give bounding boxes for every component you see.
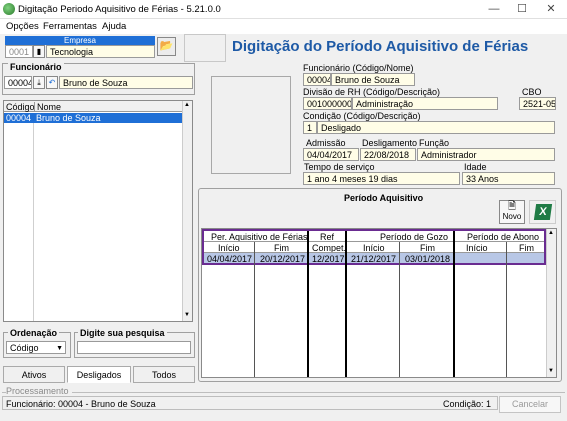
app-icon xyxy=(3,3,15,15)
scroll-up-icon[interactable]: ▲ xyxy=(184,102,190,108)
divisao-label: Divisão de RH (Código/Descrição) xyxy=(303,87,441,97)
cell-fim-gozo: 03/01/2018 xyxy=(405,254,451,264)
window-title: Digitação Periodo Aquisitivo de Férias -… xyxy=(18,4,221,15)
novo-button[interactable]: 🗎 Novo xyxy=(499,200,525,224)
funcao-field: Administrador xyxy=(417,148,555,161)
chevron-down-icon[interactable]: ▼ xyxy=(56,343,63,353)
processamento-line xyxy=(2,392,565,393)
scrollbar[interactable]: ▲ ▼ xyxy=(546,229,556,377)
table-row[interactable]: 00004 Bruno de Souza xyxy=(4,113,182,123)
condicao-desc-field: Desligado xyxy=(317,121,555,134)
funcionario-code-input[interactable]: 00004 xyxy=(4,76,32,89)
column-header-nome[interactable]: Nome xyxy=(34,102,61,112)
pesquisa-label: Digite sua pesquisa xyxy=(78,328,167,338)
column-divider xyxy=(506,242,507,377)
admissao-label: Admissão xyxy=(306,138,346,148)
status-condicao: Condição: 1 xyxy=(443,399,492,409)
employee-list-header: Código Nome xyxy=(4,101,182,112)
funcionario-name-field: Bruno de Souza xyxy=(59,76,193,89)
cbo-field: 2521-05 xyxy=(519,97,556,110)
funcionario-name-detail: Bruno de Souza xyxy=(331,73,415,86)
column-divider xyxy=(254,242,255,377)
condicao-code-field: 1 xyxy=(303,121,317,134)
desligamento-label: Desligamento xyxy=(362,138,418,148)
tab-ativos[interactable]: Ativos xyxy=(3,366,65,383)
funcao-label: Função xyxy=(419,138,450,148)
cell-inicio-aquisitivo: 04/04/2017 xyxy=(207,254,253,264)
folder-open-icon[interactable]: 📂 xyxy=(157,37,176,56)
scroll-up-icon[interactable]: ▲ xyxy=(548,230,554,236)
cancelar-button[interactable]: Cancelar xyxy=(499,396,561,413)
column-divider xyxy=(399,242,400,377)
photo-placeholder xyxy=(211,76,291,174)
ordenacao-label: Ordenação xyxy=(8,328,60,338)
cbo-label: CBO xyxy=(522,87,542,97)
condicao-label: Condição (Código/Descrição) xyxy=(303,111,421,121)
ordenacao-value: Código xyxy=(10,343,39,353)
idade-label: Idade xyxy=(464,162,487,172)
tab-todos[interactable]: Todos xyxy=(133,366,195,383)
admissao-field: 04/04/2017 xyxy=(303,148,359,161)
close-icon[interactable]: ✕ xyxy=(537,2,565,17)
divisao-desc-field: Administração xyxy=(352,97,498,110)
search-input[interactable] xyxy=(77,341,191,354)
menu-bar: Opções Ferramentas Ajuda xyxy=(0,19,567,34)
header-blank-box xyxy=(184,34,226,62)
employee-list[interactable]: Código Nome 00004 Bruno de Souza ▲ ▼ xyxy=(3,100,193,322)
column-divider xyxy=(307,231,309,377)
header-divider xyxy=(204,241,544,242)
maximize-icon[interactable]: ☐ xyxy=(508,2,536,17)
empresa-code-field[interactable]: 0001 xyxy=(5,45,33,58)
empresa-header: Empresa xyxy=(5,36,155,45)
divisao-code-field: 001000000 xyxy=(303,97,352,110)
tab-desligados[interactable]: Desligados xyxy=(67,366,131,383)
cell-fim-aquisitivo: 20/12/2017 xyxy=(260,254,306,264)
funcionario-label: Funcionário (Código/Nome) xyxy=(303,63,414,73)
column-divider xyxy=(345,231,347,377)
row-name: Bruno de Souza xyxy=(36,113,101,123)
page-title: Digitação do Período Aquisitivo de Féria… xyxy=(232,38,529,55)
tempo-servico-label: Tempo de serviço xyxy=(304,162,375,172)
ordenacao-select[interactable]: Código ▼ xyxy=(6,341,66,354)
scroll-down-icon[interactable]: ▼ xyxy=(548,368,554,374)
scroll-down-icon[interactable]: ▼ xyxy=(184,312,190,318)
processamento-label: Processamento xyxy=(6,386,72,396)
minimize-icon[interactable]: — xyxy=(480,2,508,17)
scrollbar[interactable]: ▲ ▼ xyxy=(182,101,192,321)
undo-icon[interactable]: ↶ xyxy=(46,76,58,89)
column-divider xyxy=(453,231,455,377)
excel-export-icon[interactable]: X xyxy=(529,200,556,224)
column-header-codigo[interactable]: Código xyxy=(6,102,35,112)
cell-compet: 12/2017 xyxy=(312,254,345,264)
cell-inicio-gozo: 21/12/2017 xyxy=(351,254,397,264)
download-icon[interactable]: ⤓ xyxy=(33,76,45,89)
menu-ferramentas[interactable]: Ferramentas xyxy=(43,21,97,32)
column-divider xyxy=(33,123,34,321)
desligamento-field: 22/08/2018 xyxy=(360,148,416,161)
tempo-servico-field: 1 ano 4 meses 19 dias xyxy=(303,172,460,185)
empresa-lookup-button[interactable]: ▮ xyxy=(33,45,45,58)
periodo-aquisitivo-title: Período Aquisitivo xyxy=(344,193,424,203)
new-document-icon: 🗎 xyxy=(507,201,517,212)
menu-opcoes[interactable]: Opções xyxy=(6,21,39,32)
title-bar: Digitação Periodo Aquisitivo de Férias -… xyxy=(0,0,567,19)
excel-logo: X xyxy=(533,204,552,220)
funcionario-group-label: Funcionário xyxy=(8,62,64,72)
status-funcionario: Funcionário: 00004 - Bruno de Souza xyxy=(6,399,156,409)
row-code: 00004 xyxy=(6,113,32,123)
novo-label: Novo xyxy=(502,212,522,221)
menu-ajuda[interactable]: Ajuda xyxy=(102,21,126,32)
funcionario-code-field: 00004 xyxy=(303,73,331,86)
idade-field: 33 Anos xyxy=(462,172,555,185)
status-bar: Funcionário: 00004 - Bruno de Souza Cond… xyxy=(2,396,498,410)
empresa-name-field: Tecnologia xyxy=(46,45,155,58)
